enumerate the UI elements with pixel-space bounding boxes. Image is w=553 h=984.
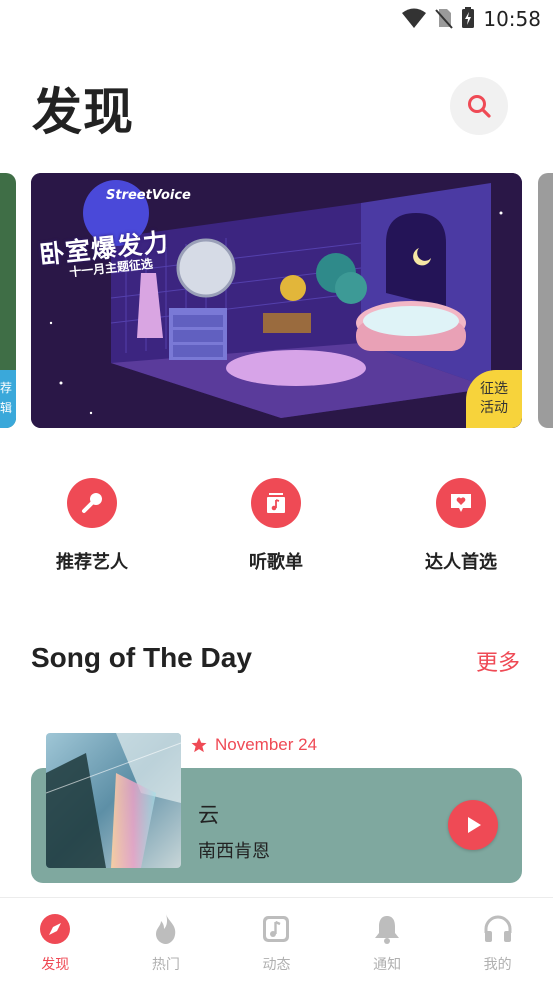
banner-next-peek[interactable] [538, 173, 553, 428]
album-icon [267, 493, 285, 513]
microphone-icon [82, 493, 102, 513]
play-button[interactable] [448, 800, 498, 850]
song-title: 云 [198, 803, 219, 827]
nav-label: 通知 [373, 957, 402, 973]
banner-brand: StreetVoice [106, 188, 191, 203]
status-time: 10:58 [483, 7, 541, 31]
category-icon-circle [436, 478, 486, 528]
category-icon-circle [67, 478, 117, 528]
nav-discover[interactable]: 发现 [0, 898, 111, 984]
song-cover-art[interactable] [46, 733, 181, 868]
compass-icon [40, 914, 71, 944]
peek-left-badge: 荐 辑 [0, 370, 16, 428]
nav-label: 发现 [41, 957, 70, 973]
heart-chat-icon [451, 494, 471, 512]
wifi-icon [402, 8, 426, 28]
category-recommended-artists[interactable]: 推荐艺人 [17, 478, 167, 574]
section-title: Song of The Day [31, 642, 252, 673]
bottom-nav: 发现 热门 动态 通知 我的 [0, 897, 553, 984]
battery-charging-icon [462, 7, 474, 28]
nav-profile[interactable]: 我的 [442, 898, 553, 984]
category-label: 推荐艺人 [56, 552, 128, 573]
search-icon [468, 95, 491, 118]
nav-activity[interactable]: 动态 [221, 898, 332, 984]
nav-label: 我的 [483, 957, 512, 973]
more-link[interactable]: 更多 [476, 645, 520, 677]
category-playlists[interactable]: 听歌单 [201, 478, 351, 574]
page-title: 发现 [32, 83, 134, 141]
banner-prev-peek[interactable]: 荐 辑 [0, 173, 16, 428]
category-label: 听歌单 [249, 552, 303, 573]
category-expert-picks[interactable]: 达人首选 [386, 478, 536, 574]
nav-label: 动态 [262, 957, 291, 973]
bell-icon [375, 916, 400, 944]
category-icon-circle [251, 478, 301, 528]
song-date: November 24 [190, 735, 317, 755]
play-icon [468, 817, 481, 833]
star-icon [191, 737, 207, 753]
status-bar: 10:58 [0, 0, 553, 40]
flame-icon [155, 914, 176, 944]
category-label: 达人首选 [425, 552, 497, 573]
song-artist: 南西肯恩 [198, 841, 270, 862]
no-sim-icon [435, 9, 453, 29]
banner-event-badge: 征选 活动 [466, 370, 522, 428]
nav-hot[interactable]: 热门 [111, 898, 222, 984]
headphones-icon [484, 915, 512, 942]
banner-illustration [31, 173, 522, 428]
nav-notifications[interactable]: 通知 [332, 898, 443, 984]
nav-label: 热门 [151, 957, 180, 973]
search-button[interactable] [450, 77, 508, 135]
featured-banner[interactable]: StreetVoice 卧室爆发力 十一月主题征选 征选 活动 [31, 173, 522, 428]
cover-image [46, 733, 181, 868]
music-note-icon [263, 916, 290, 942]
